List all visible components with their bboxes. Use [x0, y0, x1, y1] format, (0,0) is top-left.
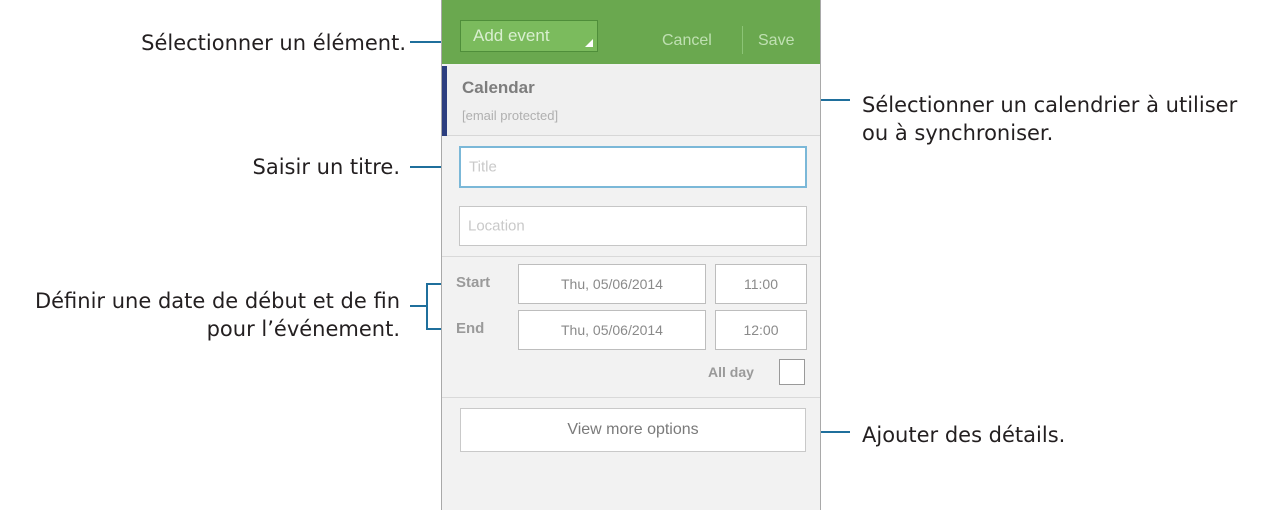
calendar-selector[interactable]: Calendar [email protected] — [442, 66, 820, 136]
cancel-button[interactable]: Cancel — [662, 32, 712, 50]
add-event-label: Add event — [473, 26, 550, 45]
action-bar: Add event Cancel Save — [442, 0, 820, 64]
view-more-options-button[interactable]: View more options — [460, 408, 806, 452]
section-divider-lower — [442, 397, 820, 398]
add-event-dropdown[interactable]: Add event — [460, 20, 598, 52]
location-input[interactable]: Location — [459, 206, 807, 246]
start-label: Start — [456, 274, 491, 291]
save-button[interactable]: Save — [758, 32, 794, 50]
callout-select-item: Sélectionner un élément. — [141, 31, 406, 55]
callout-set-dates-line1: Définir une date de début et de fin — [34, 289, 400, 313]
start-time-field[interactable]: 11:00 — [715, 264, 807, 304]
callout-select-calendar-line2: ou à synchroniser. — [862, 121, 1054, 145]
title-input[interactable]: Title — [459, 146, 807, 188]
location-placeholder: Location — [468, 217, 525, 235]
calendar-title: Calendar — [462, 78, 535, 97]
calendar-color-bar — [442, 66, 447, 136]
action-bar-divider — [742, 26, 743, 54]
callout-set-dates: Définir une date de début et de fin pour… — [35, 287, 400, 343]
calendar-account: [email protected] — [462, 108, 559, 123]
section-divider — [442, 256, 820, 257]
end-date-field[interactable]: Thu, 05/06/2014 — [518, 310, 706, 350]
callout-select-calendar-line1: Sélectionner un calendrier à utiliser — [862, 93, 1238, 117]
leader-line-set-dates-stem — [410, 305, 428, 307]
start-date-field[interactable]: Thu, 05/06/2014 — [518, 264, 706, 304]
end-time-field[interactable]: 12:00 — [715, 310, 807, 350]
all-day-checkbox[interactable] — [779, 359, 805, 385]
all-day-label: All day — [708, 364, 754, 380]
title-placeholder: Title — [469, 158, 497, 176]
end-label: End — [456, 320, 485, 337]
callout-add-details: Ajouter des détails. — [862, 423, 1066, 447]
callout-set-dates-line2: pour l’événement. — [206, 317, 400, 341]
callout-enter-title: Saisir un titre. — [252, 155, 400, 179]
dropdown-corner-icon — [585, 39, 593, 47]
phone-screen: Add event Cancel Save Calendar [email pr… — [441, 0, 821, 510]
callout-select-calendar: Sélectionner un calendrier à utiliser ou… — [862, 91, 1237, 147]
